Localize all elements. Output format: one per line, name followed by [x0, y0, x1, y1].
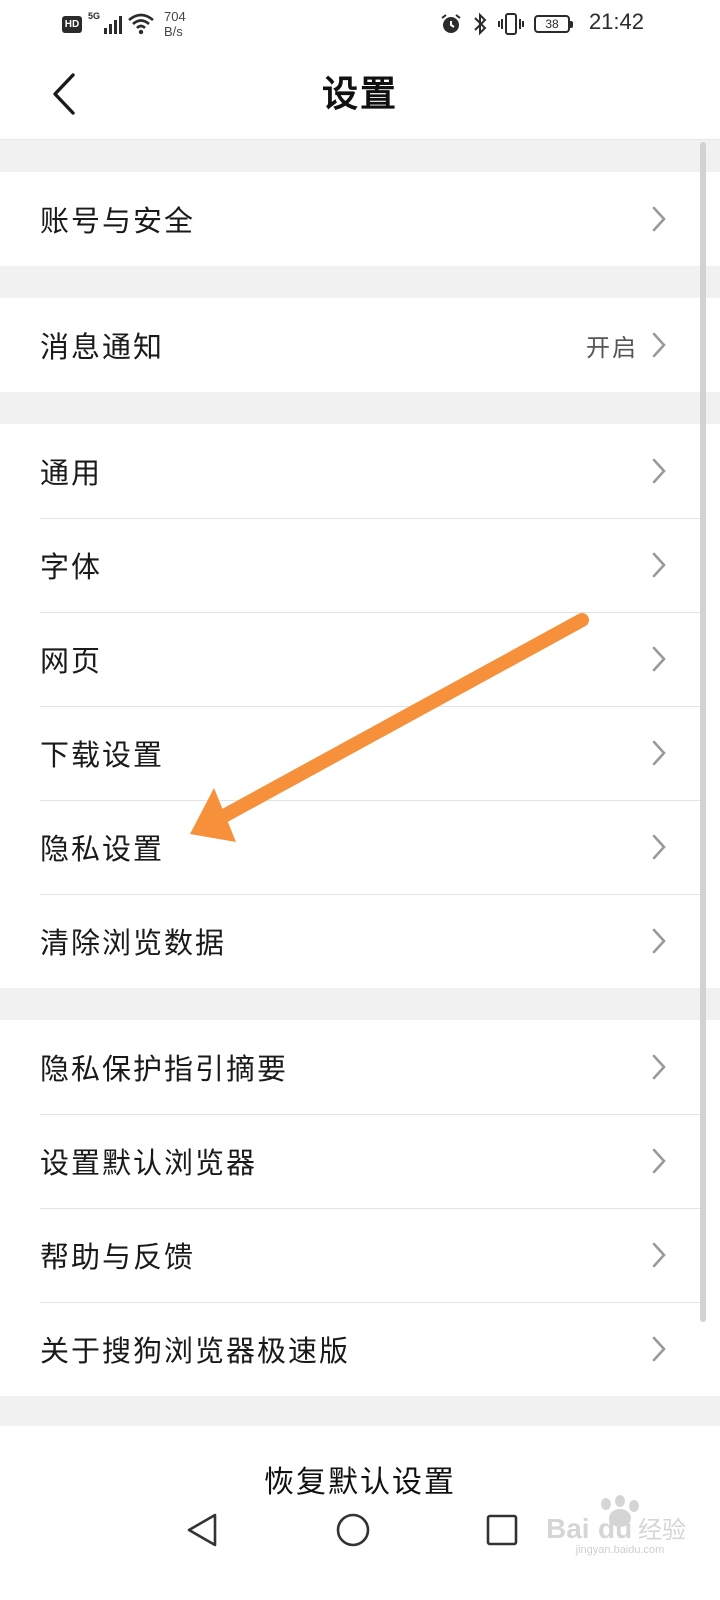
settings-item-privacy-guide[interactable]: 隐私保护指引摘要: [0, 1020, 720, 1114]
chevron-right-icon: [648, 1239, 670, 1271]
chevron-right-icon: [648, 1333, 670, 1365]
restore-defaults-label: 恢复默认设置: [264, 1465, 456, 1500]
settings-item-help-feedback[interactable]: 帮助与反馈: [0, 1208, 720, 1302]
notification-status: 开启: [586, 333, 638, 362]
settings-group-notification: 消息通知 开启: [0, 298, 720, 392]
settings-group-general: 通用 字体 网页 下载设置 隐私设置 清除浏览数据: [0, 424, 720, 988]
vibrate-icon: [498, 13, 524, 35]
speed-unit: B/s: [164, 24, 183, 39]
settings-item-privacy[interactable]: 隐私设置: [0, 800, 720, 894]
settings-item-label: 通用: [40, 456, 103, 490]
settings-item-label: 设置默认浏览器: [40, 1146, 258, 1180]
system-nav-bar: [0, 1500, 720, 1600]
bluetooth-icon: [474, 12, 487, 36]
nav-home-button[interactable]: [331, 1508, 375, 1552]
circle-home-icon: [336, 1513, 370, 1547]
settings-item-default-browser[interactable]: 设置默认浏览器: [0, 1114, 720, 1208]
settings-item-label: 隐私设置: [40, 832, 165, 866]
wifi-icon: [128, 13, 154, 35]
settings-item-label: 帮助与反馈: [40, 1240, 196, 1274]
settings-item-general[interactable]: 通用: [0, 424, 720, 518]
signal-icon: [104, 14, 123, 34]
chevron-right-icon: [648, 925, 670, 957]
settings-item-account-security[interactable]: 账号与安全: [0, 172, 720, 266]
settings-item-label: 字体: [40, 550, 103, 584]
settings-item-label: 网页: [40, 644, 103, 678]
page-title: 设置: [321, 73, 398, 115]
chevron-right-icon: [648, 831, 670, 863]
nav-bar: 设置: [0, 48, 720, 140]
chevron-right-icon: [648, 737, 670, 769]
settings-group-about: 隐私保护指引摘要 设置默认浏览器 帮助与反馈 关于搜狗浏览器极速版: [0, 1020, 720, 1396]
battery-icon: 38: [534, 15, 573, 33]
settings-item-notifications[interactable]: 消息通知 开启: [0, 298, 720, 392]
nav-back-button[interactable]: [180, 1508, 224, 1552]
network-type: 5G: [88, 11, 101, 21]
status-left: HD 5G 704 B/s: [62, 9, 186, 39]
scrollbar[interactable]: [700, 142, 706, 1322]
alarm-icon: [441, 14, 461, 33]
settings-item-download[interactable]: 下载设置: [0, 706, 720, 800]
settings-item-label: 隐私保护指引摘要: [40, 1052, 289, 1086]
status-bar: HD 5G 704 B/s 38 21:42: [0, 0, 720, 48]
network-speed: 704 B/s: [164, 9, 186, 39]
settings-list: 账号与安全 消息通知 开启 通用 字体 网页 下载设置 隐私设置 清除浏览数据 …: [0, 140, 720, 1450]
chevron-right-icon: [648, 203, 670, 235]
settings-item-label: 下载设置: [40, 738, 165, 772]
settings-item-font[interactable]: 字体: [0, 518, 720, 612]
square-recents-icon: [486, 1514, 518, 1546]
triangle-back-icon: [187, 1513, 217, 1547]
settings-item-label: 清除浏览数据: [40, 926, 227, 960]
chevron-right-icon: [648, 455, 670, 487]
settings-item-label: 关于搜狗浏览器极速版: [40, 1334, 351, 1368]
settings-item-clear-data[interactable]: 清除浏览数据: [0, 894, 720, 988]
speed-value: 704: [164, 9, 186, 24]
settings-item-webpage[interactable]: 网页: [0, 612, 720, 706]
nav-recents-button[interactable]: [480, 1508, 524, 1552]
status-right: 38: [440, 10, 573, 38]
settings-item-about[interactable]: 关于搜狗浏览器极速版: [0, 1302, 720, 1396]
settings-group-account: 账号与安全: [0, 172, 720, 266]
chevron-right-icon: [648, 549, 670, 581]
settings-item-label: 消息通知: [40, 330, 165, 364]
settings-item-label: 账号与安全: [40, 204, 196, 238]
chevron-right-icon: [648, 1145, 670, 1177]
chevron-right-icon: [648, 329, 670, 361]
hd-badge: HD: [62, 15, 82, 33]
chevron-right-icon: [648, 1051, 670, 1083]
clock: 21:42: [588, 9, 644, 34]
chevron-right-icon: [648, 643, 670, 675]
